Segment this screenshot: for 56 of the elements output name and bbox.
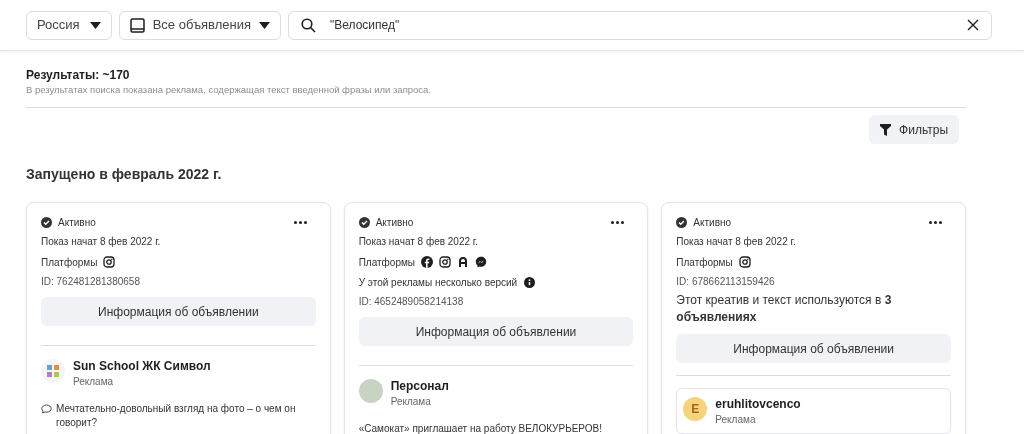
ad-id: ID: 4652489058214138 [358,295,465,309]
instagram-icon [103,256,116,268]
messenger-icon [475,256,487,268]
start-date: Показ начат 8 фев 2022 г. [41,235,162,249]
usage-note: Этот креатив и текст используются в 3 объявлениях [676,292,893,326]
platforms-label: Платформы [41,255,98,270]
audience-network-icon [457,256,469,268]
sponsored-label: Реклама [715,413,757,427]
ad-id: ID: 678662113159426 [676,275,776,289]
platforms-label: Платформы [676,255,733,270]
status-label: Активно [58,215,96,230]
instagram-icon [738,256,751,268]
section-heading: Запущено в февраль 2022 г. [26,165,223,184]
instagram-icon [439,256,451,268]
tablet-icon [129,17,145,33]
ad-details-button[interactable]: Информация об объявлении [41,297,316,326]
speech-bubble-icon [41,404,52,414]
search-field[interactable]: "Велосипед" [287,10,992,40]
filters-button[interactable]: Фильтры [869,115,959,144]
filter-icon [880,123,892,136]
close-icon[interactable] [966,19,979,31]
advertiser-logo [41,359,65,383]
ad-text: «Самокат» приглашает на работу ВЕЛОКУРЬЕРОВ! [358,422,603,434]
platforms-label: Платформы [358,255,415,270]
advertiser-name: Sun School ЖК Символ [73,359,211,374]
caret-icon [89,21,101,29]
ad-details-button[interactable]: Информация об объявлении [358,317,634,346]
results-count: Результаты: ~170 [26,68,131,83]
advertiser-name: Персонал [390,379,449,394]
sponsored-label: Реклама [390,395,432,409]
status-label: Активно [693,215,732,230]
ad-details-button[interactable]: Информация об объявлении [676,334,951,363]
facebook-icon [421,256,433,268]
more-icon[interactable] [293,220,307,224]
status-label: Активно [375,215,414,230]
search-icon [300,17,316,33]
more-icon[interactable] [929,220,942,224]
results-note: В результатах поиска показана реклама, содержащая текст введенной фразы или запроса. [26,83,433,97]
ad-type-dropdown[interactable]: Все объявления [118,10,281,40]
advertiser-name: eruhlitovcenco [715,397,801,412]
check-circle-icon [41,216,52,228]
caret-icon [258,21,270,29]
ad-text: Мечтательно-довольный взгляд на фото – о чем он говорит? [56,402,297,430]
check-circle-icon [676,216,688,228]
ad-id: ID: 762481281380658 [41,275,141,289]
start-date: Показ начат 8 фев 2022 г. [676,235,797,249]
country-dropdown[interactable]: Россия [26,10,112,40]
start-date: Показ начат 8 фев 2022 г. [358,235,480,249]
check-circle-icon [358,216,370,228]
search-input[interactable]: "Велосипед" [329,16,953,34]
avatar-placeholder [358,379,383,403]
letter-avatar: E [683,397,708,421]
info-icon[interactable] [524,276,536,288]
sponsored-label: Реклама [73,375,115,389]
more-icon[interactable] [611,220,625,224]
versions-note: У этой рекламы несколько версий [358,275,518,290]
